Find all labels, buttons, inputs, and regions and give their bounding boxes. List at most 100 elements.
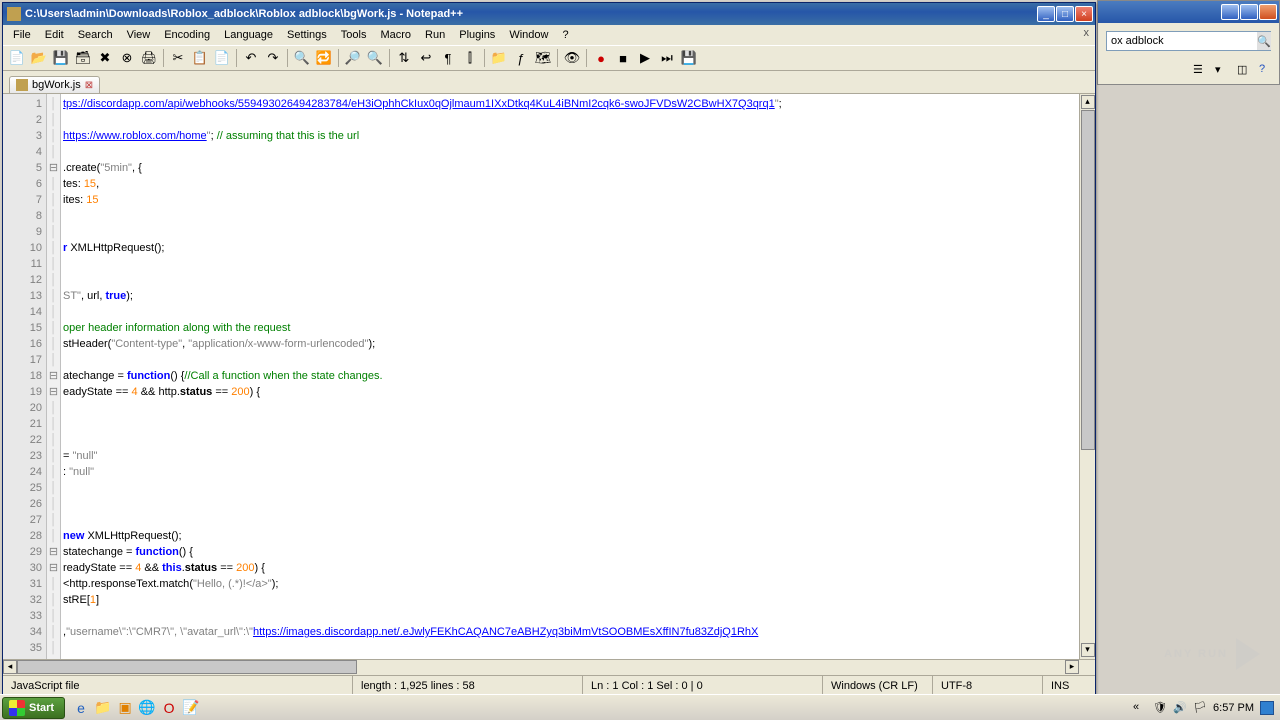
menu-encoding[interactable]: Encoding (158, 27, 216, 43)
ie-icon[interactable]: e (71, 698, 91, 718)
menu-settings[interactable]: Settings (281, 27, 333, 43)
maximize-button[interactable]: □ (1056, 6, 1074, 22)
redo-icon[interactable]: ↷ (263, 48, 283, 68)
opera-icon[interactable]: O (159, 698, 179, 718)
tab-label: bgWork.js (32, 79, 81, 91)
zoom-in-icon[interactable]: 🔎 (343, 48, 363, 68)
tabbar: bgWork.js ⊠ (3, 71, 1095, 93)
notepadpp-taskbar-icon[interactable]: 📝 (181, 698, 201, 718)
vertical-scrollbar[interactable]: ▴ ▾ (1079, 94, 1095, 659)
copy-icon[interactable]: 📋 (190, 48, 210, 68)
app-icon (7, 7, 21, 21)
explorer-icon[interactable]: 📁 (93, 698, 113, 718)
scroll-left-icon[interactable]: ◂ (3, 660, 17, 674)
play-triangle-icon (1236, 638, 1260, 670)
bg-search-input[interactable] (1107, 35, 1257, 47)
paste-icon[interactable]: 📄 (212, 48, 232, 68)
print-icon[interactable]: 🖨 (139, 48, 159, 68)
indent-guide-icon[interactable]: ⫿ (460, 48, 480, 68)
status-mode[interactable]: INS (1043, 676, 1095, 695)
start-button[interactable]: Start (2, 697, 65, 719)
background-window: 🔍 ☰ ▾ ◫ ? (1097, 0, 1280, 85)
menu-language[interactable]: Language (218, 27, 279, 43)
sync-scroll-icon[interactable]: ⇅ (394, 48, 414, 68)
tray-clock[interactable]: 6:57 PM (1213, 702, 1254, 714)
tab-bgwork[interactable]: bgWork.js ⊠ (9, 76, 100, 93)
start-label: Start (29, 702, 54, 714)
close-file-icon[interactable]: ✖ (95, 48, 115, 68)
function-list-icon[interactable]: ƒ (511, 48, 531, 68)
cut-icon[interactable]: ✂ (168, 48, 188, 68)
play-macro-icon[interactable]: ▶ (635, 48, 655, 68)
bg-search-button[interactable]: 🔍 (1257, 32, 1271, 50)
vscroll-thumb[interactable] (1081, 110, 1095, 450)
line-number-gutter: 1234567891011121314151617181920212223242… (3, 94, 47, 659)
titlebar[interactable]: C:\Users\admin\Downloads\Roblox_adblock\… (3, 3, 1095, 25)
undo-icon[interactable]: ↶ (241, 48, 261, 68)
taskbar: Start e 📁 ▣ 🌐 O 📝 « 🛡 🔊 🏳 6:57 PM (0, 694, 1280, 720)
tab-close-x[interactable]: x (1084, 27, 1090, 39)
open-file-icon[interactable]: 📂 (29, 48, 49, 68)
zoom-out-icon[interactable]: 🔍 (365, 48, 385, 68)
tray-desktop-icon[interactable] (1260, 701, 1274, 715)
editor-area: 1234567891011121314151617181920212223242… (3, 93, 1095, 659)
menu-plugins[interactable]: Plugins (453, 27, 501, 43)
close-button[interactable]: × (1075, 6, 1093, 22)
close-all-icon[interactable]: ⊗ (117, 48, 137, 68)
tray-flag-icon[interactable]: 🏳 (1193, 701, 1207, 715)
windows-logo-icon (9, 700, 25, 716)
wrap-icon[interactable]: ↩ (416, 48, 436, 68)
tray-shield-icon[interactable]: 🛡 (1153, 701, 1167, 715)
fold-gutter[interactable]: ││││⊟││││││││││││⊟⊟│││││││││⊟⊟│││││ (47, 94, 61, 659)
stop-macro-icon[interactable]: ■ (613, 48, 633, 68)
media-player-icon[interactable]: ▣ (115, 698, 135, 718)
status-encoding[interactable]: UTF-8 (933, 676, 1043, 695)
replace-icon[interactable]: 🔁 (314, 48, 334, 68)
notepadpp-window: C:\Users\admin\Downloads\Roblox_adblock\… (2, 2, 1096, 696)
bg-help-icon[interactable]: ? (1259, 63, 1275, 79)
show-all-chars-icon[interactable]: ¶ (438, 48, 458, 68)
save-macro-icon[interactable]: 💾 (679, 48, 699, 68)
menu-view[interactable]: View (121, 27, 157, 43)
status-eol[interactable]: Windows (CR LF) (823, 676, 933, 695)
doc-map-icon[interactable]: 🗺 (533, 48, 553, 68)
horizontal-scrollbar[interactable]: ◂ ▸ (3, 659, 1095, 675)
statusbar: JavaScript file length : 1,925 lines : 5… (3, 675, 1095, 695)
scroll-right-icon[interactable]: ▸ (1065, 660, 1079, 674)
scroll-up-icon[interactable]: ▴ (1081, 95, 1095, 109)
status-length: length : 1,925 lines : 58 (353, 676, 583, 695)
menu-file[interactable]: File (7, 27, 37, 43)
code-editor[interactable]: tps://discordapp.com/api/webhooks/559493… (61, 94, 1079, 659)
bg-close-button[interactable] (1259, 4, 1277, 20)
menu-run[interactable]: Run (419, 27, 451, 43)
bg-maximize-button[interactable] (1240, 4, 1258, 20)
menu-edit[interactable]: Edit (39, 27, 70, 43)
chrome-icon[interactable]: 🌐 (137, 698, 157, 718)
save-icon[interactable]: 💾 (51, 48, 71, 68)
bg-search-box[interactable]: 🔍 (1106, 31, 1271, 51)
find-icon[interactable]: 🔍 (292, 48, 312, 68)
menu-search[interactable]: Search (72, 27, 119, 43)
tab-close-icon[interactable]: ⊠ (85, 80, 93, 91)
play-multiple-icon[interactable]: ⏭ (657, 48, 677, 68)
toolbar: 📄 📂 💾 🗃 ✖ ⊗ 🖨 ✂ 📋 📄 ↶ ↷ 🔍 🔁 🔎 🔍 ⇅ ↩ ¶ ⫿ … (3, 45, 1095, 71)
status-lang: JavaScript file (3, 676, 353, 695)
minimize-button[interactable]: _ (1037, 6, 1055, 22)
menu-macro[interactable]: Macro (374, 27, 417, 43)
monitoring-icon[interactable]: 👁 (562, 48, 582, 68)
save-all-icon[interactable]: 🗃 (73, 48, 93, 68)
record-macro-icon[interactable]: ● (591, 48, 611, 68)
hscroll-thumb[interactable] (17, 660, 357, 674)
tray-volume-icon[interactable]: 🔊 (1173, 701, 1187, 715)
scroll-down-icon[interactable]: ▾ (1081, 643, 1095, 657)
folder-view-icon[interactable]: 📁 (489, 48, 509, 68)
bg-dropdown-icon[interactable]: ▾ (1215, 63, 1231, 79)
new-file-icon[interactable]: 📄 (7, 48, 27, 68)
bg-panel-icon[interactable]: ◫ (1237, 63, 1253, 79)
bg-minimize-button[interactable] (1221, 4, 1239, 20)
bg-view-icon[interactable]: ☰ (1193, 63, 1209, 79)
menu-tools[interactable]: Tools (335, 27, 373, 43)
tray-arrow-icon[interactable]: « (1133, 701, 1147, 715)
menu-window[interactable]: Window (503, 27, 554, 43)
menu-help[interactable]: ? (556, 27, 574, 43)
